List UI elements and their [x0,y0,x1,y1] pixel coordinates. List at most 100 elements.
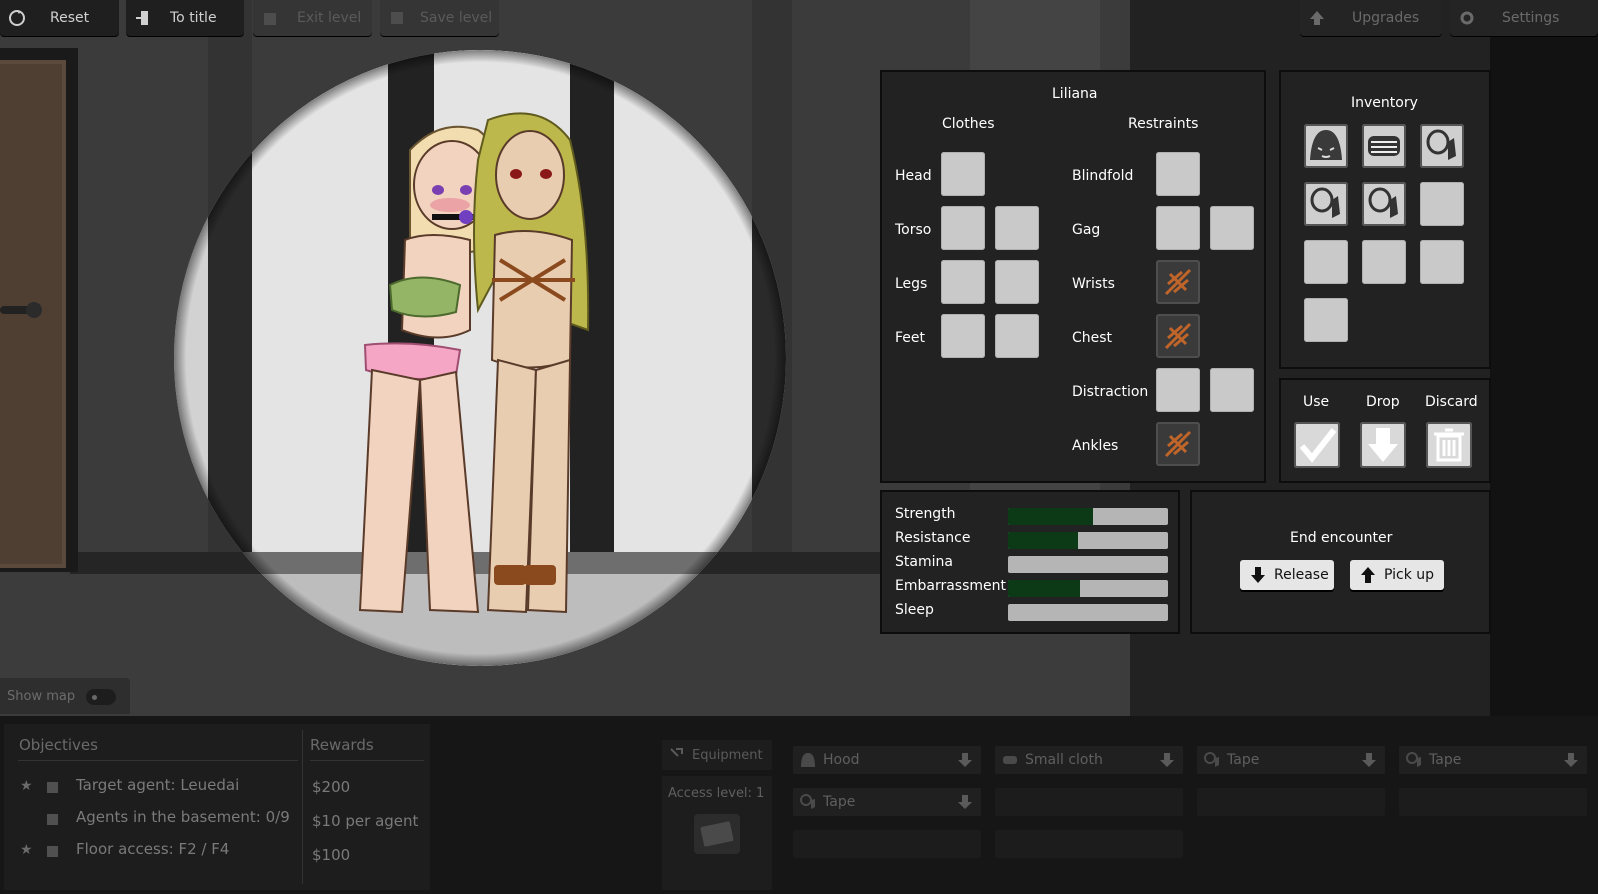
inventory-slot-2[interactable] [1362,124,1406,168]
inventory-slot-10[interactable] [1304,298,1348,342]
restraint-label-wrists: Wrists [1072,276,1115,292]
head-slot[interactable] [941,152,985,196]
equipment-slot-tape[interactable]: Tape [1399,746,1587,774]
objective-text: Agents in the basement: 0/9 [76,808,290,826]
legs-slot-2[interactable] [995,260,1039,304]
exit-door-icon [134,9,152,27]
equipment-tab[interactable]: Equipment [662,740,772,770]
settings-button[interactable]: Settings [1450,0,1598,36]
inventory-slot-3[interactable] [1420,124,1464,168]
inventory-slot-6[interactable] [1420,182,1464,226]
stat-label-strength: Strength [895,506,956,522]
objective-text: Target agent: Leuedai [76,776,240,794]
reward-text: $10 per agent [312,812,419,830]
star-icon: ★ [20,778,33,794]
distraction-slot-2[interactable] [1210,368,1254,412]
distraction-slot-1[interactable] [1156,368,1200,412]
reset-button[interactable]: Reset [0,0,119,36]
arrow-down-icon[interactable] [1361,751,1377,769]
reset-label: Reset [50,10,90,26]
access-level-card: Access level: 1 [662,776,772,890]
gag-slot-2[interactable] [1210,206,1254,250]
reward-text: $200 [312,778,351,796]
drop-label: Drop [1366,394,1400,410]
reset-icon [8,9,26,27]
restraint-label-blindfold: Blindfold [1072,168,1134,184]
release-button[interactable]: Release [1240,560,1334,590]
objective-checkbox [47,782,58,793]
arrow-up-icon [1361,567,1375,583]
pickup-label: Pick up [1384,567,1435,583]
torso-slot-2[interactable] [995,206,1039,250]
inventory-slot-7[interactable] [1304,240,1348,284]
exit-level-button[interactable]: Exit level [253,0,372,36]
far-right-backdrop [1490,0,1598,716]
legs-slot-1[interactable] [941,260,985,304]
tape-icon [1368,187,1398,218]
small-cloth-icon [1368,136,1400,156]
settings-label: Settings [1502,10,1560,26]
discard-label: Discard [1425,394,1478,410]
objective-text: Floor access: F2 / F4 [76,840,230,858]
restraint-label-ankles: Ankles [1072,438,1119,454]
equipment-label: Equipment [692,747,763,763]
arrow-down-icon[interactable] [1563,751,1579,769]
end-encounter-title: End encounter [1290,530,1393,546]
objective-checkbox [47,814,58,825]
arrow-down-icon[interactable] [957,751,973,769]
hood-icon [801,753,815,767]
to-title-button[interactable]: To title [126,0,244,36]
save-level-label: Save level [420,10,493,26]
equipment-slot-tape[interactable]: Tape [1197,746,1385,774]
use-button[interactable] [1294,422,1340,468]
clothes-header: Clothes [942,116,995,132]
gag-slot-1[interactable] [1156,206,1200,250]
stat-label-sleep: Sleep [895,602,934,618]
inventory-slot-9[interactable] [1420,240,1464,284]
character-name: Liliana [1052,86,1098,102]
toggle-switch[interactable] [86,689,116,705]
equipment-slot-hood[interactable]: Hood [793,746,981,774]
arrow-down-icon[interactable] [1159,751,1175,769]
inventory-slot-4[interactable] [1304,182,1348,226]
arrow-down-icon [1251,567,1265,583]
equipment-slot-empty[interactable] [793,830,981,858]
arrow-down-icon[interactable] [957,793,973,811]
wrists-slot[interactable] [1156,260,1200,304]
feet-slot-2[interactable] [995,314,1039,358]
inventory-slot-1[interactable] [1304,124,1348,168]
equipment-slot-empty[interactable] [1399,788,1587,816]
equipment-slot-label: Tape [1227,752,1260,768]
torso-slot-1[interactable] [941,206,985,250]
trash-icon [1434,428,1464,462]
objective-checkbox [47,846,58,857]
equipment-slot-empty[interactable] [1197,788,1385,816]
show-map-toggle[interactable]: Show map [0,678,130,714]
rope-icon [1164,322,1192,350]
discard-button[interactable] [1426,422,1472,468]
pickup-button[interactable]: Pick up [1350,560,1444,590]
stat-label-embarrassment: Embarrassment [895,578,1006,594]
equipment-slot-label: Tape [823,794,856,810]
feet-slot-1[interactable] [941,314,985,358]
ankles-slot[interactable] [1156,422,1200,466]
chest-slot[interactable] [1156,314,1200,358]
equipment-slot-small-cloth[interactable]: Small cloth [995,746,1183,774]
equipment-slot-empty[interactable] [995,788,1183,816]
to-title-label: To title [170,10,217,26]
save-level-button[interactable]: Save level [380,0,499,36]
drop-button[interactable] [1360,422,1406,468]
bottom-bar: Objectives Rewards ★ Target agent: Leued… [0,716,1598,894]
tape-icon [1310,187,1340,218]
equipment-slot-tape[interactable]: Tape [793,788,981,816]
tape-icon [800,794,815,809]
equipment-slot-label: Small cloth [1025,752,1103,768]
arrow-up-icon [1308,9,1326,27]
upgrades-button[interactable]: Upgrades [1300,0,1442,36]
blindfold-slot[interactable] [1156,152,1200,196]
equipment-slot-empty[interactable] [995,830,1183,858]
checkmark-icon [1299,428,1337,463]
stat-label-resistance: Resistance [895,530,971,546]
inventory-slot-5[interactable] [1362,182,1406,226]
inventory-slot-8[interactable] [1362,240,1406,284]
